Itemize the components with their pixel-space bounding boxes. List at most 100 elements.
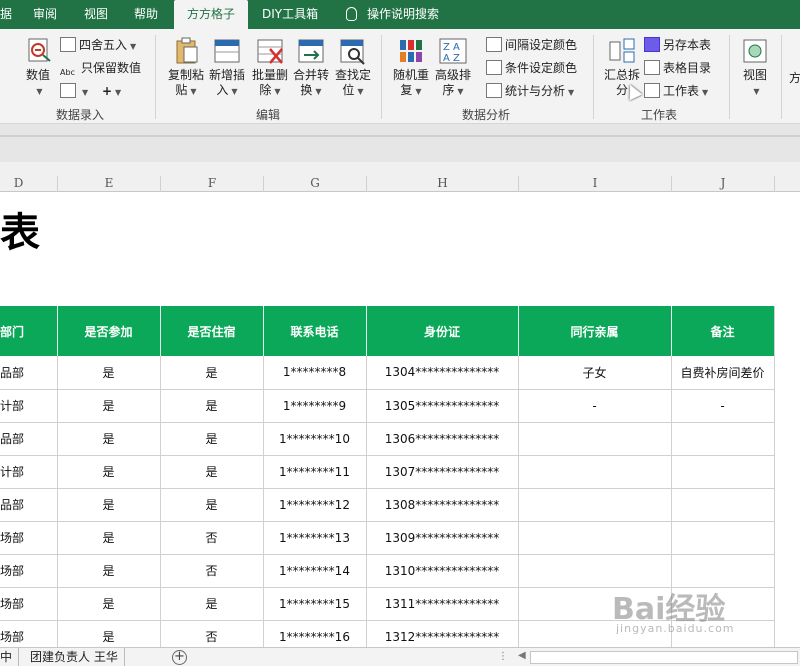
cell-attending[interactable]: 是 xyxy=(57,488,161,522)
header-notes[interactable]: 备注 xyxy=(671,306,775,356)
round-button[interactable]: 四舍五入 ▼ xyxy=(60,35,136,55)
view-button[interactable]: 视图 ▼ xyxy=(733,37,777,99)
sheet-tab-leader[interactable]: 团建负责人 王华 xyxy=(24,648,125,666)
column-header-f[interactable]: F xyxy=(160,176,263,192)
cell-id-card[interactable]: 1311************** xyxy=(366,587,519,621)
cell-attending[interactable]: 是 xyxy=(57,587,161,621)
add-sheet-button[interactable]: + xyxy=(172,650,187,665)
cell-lodging[interactable]: 是 xyxy=(160,587,264,621)
random-reorder-button[interactable]: 随机重 复 ▼ xyxy=(389,37,433,99)
tab-fangfang[interactable]: 方方格子 xyxy=(174,0,248,29)
worksheet-button[interactable]: 工作表 ▼ xyxy=(644,81,708,101)
cell-relatives[interactable] xyxy=(518,455,672,489)
save-sheet-button[interactable]: 另存本表 xyxy=(644,35,711,55)
cell-attending[interactable]: 是 xyxy=(57,422,161,456)
sheet-title[interactable]: 表 xyxy=(0,200,40,258)
formula-bar[interactable] xyxy=(0,135,800,137)
header-department[interactable]: 部门 xyxy=(0,306,58,356)
batch-delete-button[interactable]: 批量删 除 ▼ xyxy=(248,37,292,99)
cell-department[interactable]: 品部 xyxy=(0,488,58,522)
cell-department[interactable]: 场部 xyxy=(0,554,58,588)
cell-lodging[interactable]: 否 xyxy=(160,554,264,588)
cell-notes[interactable] xyxy=(671,488,775,522)
insert-button[interactable]: 新增插 入 ▼ xyxy=(205,37,249,99)
numeric-button[interactable]: 数值 ▼ xyxy=(16,37,60,99)
cell-lodging[interactable]: 是 xyxy=(160,422,264,456)
find-locate-button[interactable]: 查找定 位 ▼ xyxy=(331,37,375,99)
sheet-tab-partial[interactable]: 中 xyxy=(0,648,20,666)
tab-review[interactable]: 审阅 xyxy=(33,0,57,29)
cell-id-card[interactable]: 1312************** xyxy=(366,620,519,647)
cell-department[interactable]: 品部 xyxy=(0,422,58,456)
cell-phone[interactable]: 1********11 xyxy=(263,455,367,489)
cell-lodging[interactable]: 是 xyxy=(160,488,264,522)
header-lodging[interactable]: 是否住宿 xyxy=(160,306,264,356)
advanced-sort-button[interactable]: Z AA Z 高级排 序 ▼ xyxy=(431,37,475,99)
cell-attending[interactable]: 是 xyxy=(57,389,161,423)
header-relatives[interactable]: 同行亲属 xyxy=(518,306,672,356)
header-id-card[interactable]: 身份证 xyxy=(366,306,519,356)
cell-lodging[interactable]: 否 xyxy=(160,620,264,647)
cell-id-card[interactable]: 1309************** xyxy=(366,521,519,555)
cell-notes[interactable] xyxy=(671,422,775,456)
cell-relatives[interactable]: - xyxy=(518,389,672,423)
cell-attending[interactable]: 是 xyxy=(57,356,161,390)
cell-id-card[interactable]: 1305************** xyxy=(366,389,519,423)
cell-id-card[interactable]: 1310************** xyxy=(366,554,519,588)
cell-relatives[interactable] xyxy=(518,554,672,588)
cell-department[interactable]: 场部 xyxy=(0,620,58,647)
tell-me-search[interactable]: 操作说明搜索 xyxy=(346,0,439,29)
copy-paste-button[interactable]: 复制粘 贴 ▼ xyxy=(164,37,208,99)
cell-phone[interactable]: 1********10 xyxy=(263,422,367,456)
cell-lodging[interactable]: 是 xyxy=(160,389,264,423)
horizontal-scrollbar[interactable] xyxy=(530,651,798,664)
cell-lodging[interactable]: 是 xyxy=(160,356,264,390)
cell-relatives[interactable] xyxy=(518,488,672,522)
merge-convert-button[interactable]: 合并转 换 ▼ xyxy=(289,37,333,99)
tab-help[interactable]: 帮助 xyxy=(134,0,158,29)
column-header-i[interactable]: I xyxy=(518,176,671,192)
extra-group-label[interactable]: 方 xyxy=(789,68,800,88)
cell-phone[interactable]: 1********8 xyxy=(263,356,367,390)
entry-extra-button[interactable]: ▼ + ▼ xyxy=(60,81,121,101)
cell-notes[interactable]: 自费补房间差价 xyxy=(671,356,775,390)
cell-phone[interactable]: 1********9 xyxy=(263,389,367,423)
cell-phone[interactable]: 1********14 xyxy=(263,554,367,588)
cell-phone[interactable]: 1********13 xyxy=(263,521,367,555)
cell-phone[interactable]: 1********15 xyxy=(263,587,367,621)
cell-attending[interactable]: 是 xyxy=(57,620,161,647)
column-header-j[interactable]: J xyxy=(671,176,774,192)
column-header-k[interactable] xyxy=(774,176,800,192)
cell-id-card[interactable]: 1307************** xyxy=(366,455,519,489)
cell-relatives[interactable]: 子女 xyxy=(518,356,672,390)
column-header-h[interactable]: H xyxy=(366,176,518,192)
column-header-g[interactable]: G xyxy=(263,176,366,192)
cell-phone[interactable]: 1********12 xyxy=(263,488,367,522)
header-phone[interactable]: 联系电话 xyxy=(263,306,367,356)
cell-department[interactable]: 计部 xyxy=(0,389,58,423)
cell-lodging[interactable]: 是 xyxy=(160,455,264,489)
cell-department[interactable]: 品部 xyxy=(0,356,58,390)
cell-id-card[interactable]: 1306************** xyxy=(366,422,519,456)
cell-notes[interactable]: - xyxy=(671,389,775,423)
interval-color-button[interactable]: 间隔设定颜色 xyxy=(486,35,577,55)
scroll-splitter-icon[interactable]: ⋮ xyxy=(498,651,508,662)
cell-phone[interactable]: 1********16 xyxy=(263,620,367,647)
cell-lodging[interactable]: 否 xyxy=(160,521,264,555)
cell-notes[interactable] xyxy=(671,554,775,588)
column-header-e[interactable]: E xyxy=(57,176,160,192)
tab-view[interactable]: 视图 xyxy=(84,0,108,29)
cell-attending[interactable]: 是 xyxy=(57,521,161,555)
cell-attending[interactable]: 是 xyxy=(57,455,161,489)
scroll-left-icon[interactable]: ◀ xyxy=(518,650,526,661)
cell-notes[interactable] xyxy=(671,521,775,555)
conditional-color-button[interactable]: 条件设定颜色 xyxy=(486,58,577,78)
stats-button[interactable]: 统计与分析 ▼ xyxy=(486,81,574,101)
cell-department[interactable]: 计部 xyxy=(0,455,58,489)
cell-id-card[interactable]: 1308************** xyxy=(366,488,519,522)
header-attending[interactable]: 是否参加 xyxy=(57,306,161,356)
cell-attending[interactable]: 是 xyxy=(57,554,161,588)
keep-values-button[interactable]: Abc 只保留数值 xyxy=(60,58,141,78)
cell-department[interactable]: 场部 xyxy=(0,587,58,621)
cell-department[interactable]: 场部 xyxy=(0,521,58,555)
